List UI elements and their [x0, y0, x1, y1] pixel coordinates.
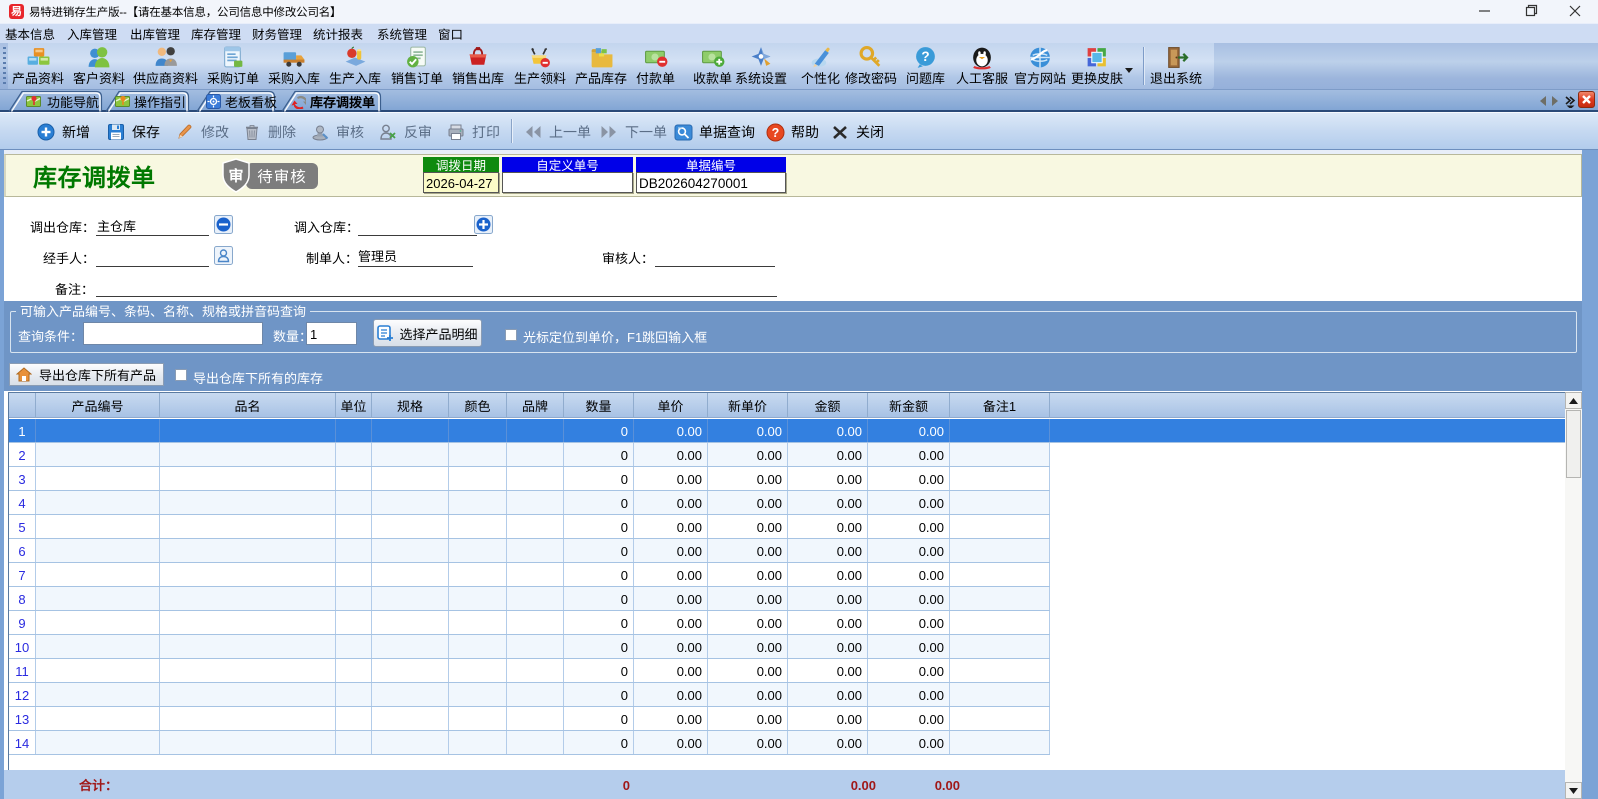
svg-text:?: ? [772, 126, 780, 140]
svg-text:?: ? [921, 49, 929, 64]
svg-text:待审核: 待审核 [257, 165, 307, 187]
svg-text:审: 审 [228, 165, 243, 186]
